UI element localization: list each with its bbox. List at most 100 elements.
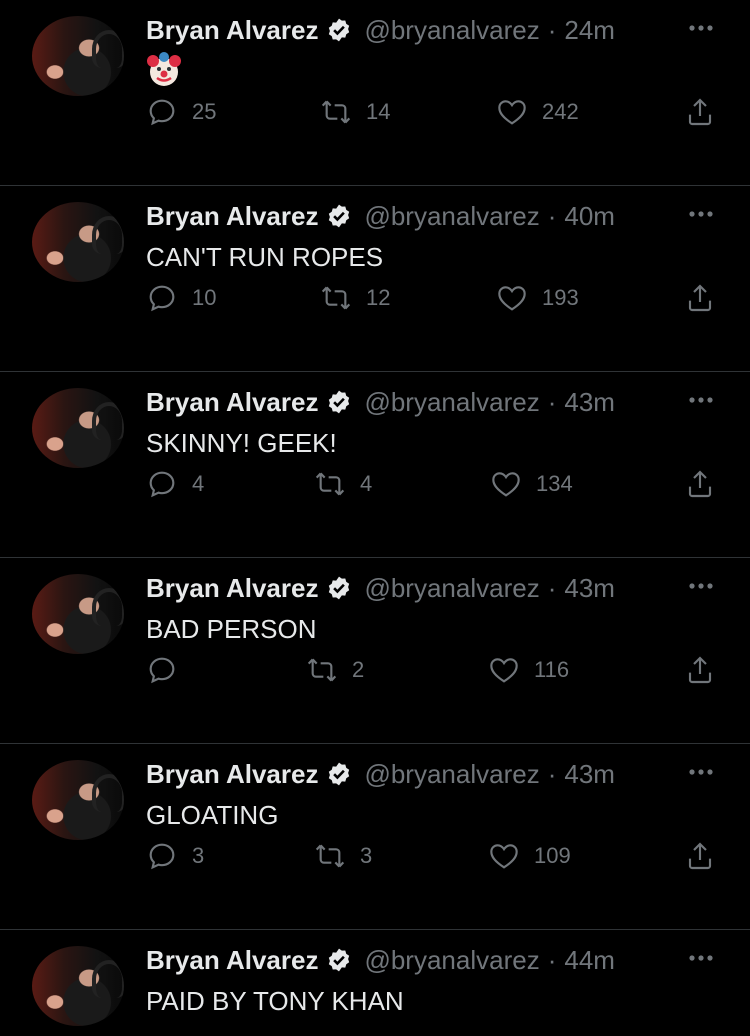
reply-button[interactable] [146,654,192,686]
retweet-button[interactable]: 14 [320,96,390,128]
retweet-button[interactable]: 4 [314,468,372,500]
share-button[interactable] [684,654,716,686]
heart-icon [490,658,518,683]
author-name[interactable]: Bryan Alvarez [146,945,318,976]
like-button[interactable]: 134 [490,468,573,500]
like-button[interactable]: 193 [496,282,579,314]
verified-badge-icon [329,390,350,414]
more-options-icon[interactable] [686,762,716,782]
separator: · [547,14,557,45]
tweet-header: Bryan Alvarez @bryanalvarez · 43m [146,386,615,418]
reply-icon [149,843,175,870]
timestamp[interactable]: 24m [564,15,615,46]
more-options-icon[interactable] [686,390,716,410]
timestamp[interactable]: 43m [564,387,615,418]
author-handle[interactable]: @bryanalvarez [364,15,539,46]
retweet-count: 14 [366,99,391,124]
retweet-icon [315,844,345,868]
verified-badge-icon [329,18,350,42]
like-button[interactable]: 116 [488,654,569,686]
retweet-count: 3 [360,843,373,868]
tweet-actions: 3 3 109 [0,840,750,880]
tweet[interactable]: Bryan Alvarez @bryanalvarez · 43m SKINNY… [0,372,750,558]
heart-icon [498,286,526,311]
author-name[interactable]: Bryan Alvarez [146,387,318,418]
separator: · [547,572,557,603]
tweet[interactable]: Bryan Alvarez @bryanalvarez · 43m GLOATI… [0,744,750,930]
more-options-icon[interactable] [686,18,716,38]
retweet-button[interactable]: 12 [320,282,390,314]
timestamp[interactable]: 43m [564,759,615,790]
retweet-icon [315,472,345,496]
author-handle[interactable]: @bryanalvarez [364,759,539,790]
author-handle[interactable]: @bryanalvarez [364,945,539,976]
share-button[interactable] [684,282,716,314]
author-handle[interactable]: @bryanalvarez [364,201,539,232]
tweet-header: Bryan Alvarez @bryanalvarez · 44m [146,944,615,976]
tweet-text: GLOATING [146,800,279,830]
avatar[interactable] [32,574,124,654]
avatar[interactable] [32,388,124,468]
clown-face-emoji [147,52,181,86]
more-options-icon[interactable] [686,204,716,224]
reply-icon [149,657,175,684]
avatar[interactable] [32,946,124,1026]
more-options-icon[interactable] [686,948,716,968]
share-button[interactable] [684,468,716,500]
tweet[interactable]: Bryan Alvarez @bryanalvarez · 43m BAD PE… [0,558,750,744]
author-name[interactable]: Bryan Alvarez [146,201,318,232]
share-button[interactable] [684,96,716,128]
like-button[interactable]: 109 [488,840,571,872]
avatar[interactable] [32,16,124,96]
retweet-icon [321,100,351,124]
reply-button[interactable]: 4 [146,468,204,500]
like-count: 109 [534,843,571,868]
share-icon [688,98,712,126]
separator: · [547,758,557,789]
tweet-actions: 10 12 193 [0,282,750,322]
tweet-text: BAD PERSON [146,614,317,644]
separator: · [547,200,557,231]
tweet-actions: 4 4 134 [0,468,750,508]
headphones-icon [92,216,124,254]
timestamp[interactable]: 43m [564,573,615,604]
author-handle[interactable]: @bryanalvarez [364,387,539,418]
share-icon [688,470,712,498]
tweet-header: Bryan Alvarez @bryanalvarez · 40m [146,200,615,232]
headphones-icon [92,402,124,440]
retweet-icon [321,286,351,310]
reply-icon [149,99,175,126]
timestamp[interactable]: 40m [564,201,615,232]
headphones-icon [92,774,124,812]
like-count: 242 [542,99,579,124]
author-handle[interactable]: @bryanalvarez [364,573,539,604]
tweet[interactable]: Bryan Alvarez @bryanalvarez · 24m 25 14 … [0,0,750,186]
reply-icon [149,285,175,312]
author-name[interactable]: Bryan Alvarez [146,15,318,46]
author-name[interactable]: Bryan Alvarez [146,759,318,790]
verified-badge-icon [329,204,350,228]
reply-count: 10 [192,285,217,310]
retweet-button[interactable]: 2 [306,654,364,686]
reply-count: 4 [192,471,205,496]
retweet-icon [307,658,337,682]
reply-count: 3 [192,843,205,868]
headphones-icon [92,588,124,626]
reply-button[interactable]: 10 [146,282,216,314]
tweet[interactable]: Bryan Alvarez @bryanalvarez · 44m PAID B… [0,930,750,1036]
more-options-icon[interactable] [686,576,716,596]
like-button[interactable]: 242 [496,96,579,128]
author-name[interactable]: Bryan Alvarez [146,573,318,604]
avatar[interactable] [32,202,124,282]
retweet-count: 2 [352,657,365,682]
headphones-icon [92,30,124,68]
retweet-button[interactable]: 3 [314,840,372,872]
like-count: 193 [542,285,579,310]
reply-icon [149,471,175,498]
share-button[interactable] [684,840,716,872]
tweet[interactable]: Bryan Alvarez @bryanalvarez · 40m CAN'T … [0,186,750,372]
reply-button[interactable]: 25 [146,96,216,128]
avatar[interactable] [32,760,124,840]
timestamp[interactable]: 44m [564,945,615,976]
reply-button[interactable]: 3 [146,840,204,872]
